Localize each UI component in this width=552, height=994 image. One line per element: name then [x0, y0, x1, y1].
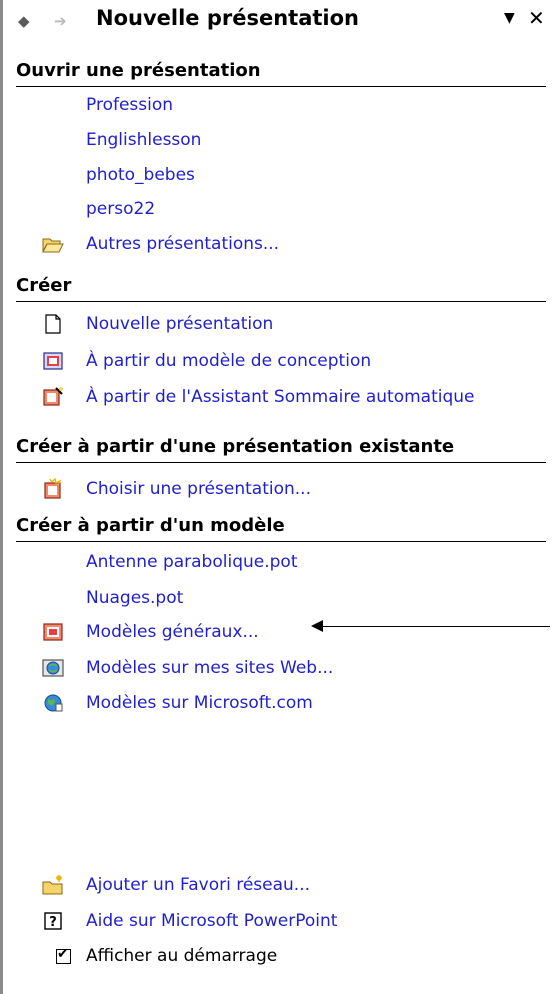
web-templates-link[interactable]: Modèles sur mes sites Web...: [86, 658, 333, 678]
svg-text:?: ?: [49, 915, 57, 930]
checkmark-icon: ✔: [57, 946, 69, 962]
recent-file-link[interactable]: Profession: [86, 95, 173, 115]
window-left-border: [0, 0, 3, 994]
more-presentations-link[interactable]: Autres présentations...: [86, 234, 279, 254]
design-template-link[interactable]: À partir du modèle de conception: [86, 351, 371, 371]
recent-file-link[interactable]: Englishlesson: [86, 130, 201, 150]
new-folder-icon: [42, 875, 63, 895]
autocontent-wizard-link[interactable]: À partir de l'Assistant Sommaire automat…: [86, 387, 475, 407]
blank-document-icon: [45, 314, 61, 334]
new-presentation-link[interactable]: Nouvelle présentation: [86, 314, 273, 334]
section-heading-open: Ouvrir une présentation: [16, 60, 546, 87]
recent-file-link[interactable]: photo_bebes: [86, 165, 195, 185]
help-icon: ?: [44, 912, 62, 930]
open-folder-icon: [42, 238, 64, 253]
forward-arrow-icon[interactable]: ➔: [54, 12, 67, 30]
add-network-place-link[interactable]: Ajouter un Favori réseau...: [86, 875, 310, 895]
choose-presentation-link[interactable]: Choisir une présentation...: [86, 479, 311, 499]
chevron-down-icon[interactable]: ▼: [504, 10, 515, 26]
help-link[interactable]: Aide sur Microsoft PowerPoint: [86, 911, 337, 931]
recent-template-link[interactable]: Antenne parabolique.pot: [86, 552, 297, 572]
general-templates-link[interactable]: Modèles généraux...: [86, 622, 259, 642]
back-arrow-icon[interactable]: ◆: [18, 12, 30, 30]
show-at-startup-checkbox[interactable]: ✔: [56, 946, 71, 964]
task-pane-title[interactable]: Nouvelle présentation: [96, 6, 359, 30]
web-sites-icon: [42, 659, 64, 677]
annotation-arrow-head: [311, 620, 323, 632]
task-pane: ◆ ➔ Nouvelle présentation ▼ ✕ Ouvrir une…: [16, 0, 546, 994]
microsoft-templates-link[interactable]: Modèles sur Microsoft.com: [86, 693, 313, 713]
recent-template-link[interactable]: Nuages.pot: [86, 588, 183, 608]
existing-presentation-icon: [44, 478, 62, 499]
globe-icon: [44, 694, 63, 712]
close-icon[interactable]: ✕: [528, 6, 545, 30]
design-template-icon: [43, 352, 63, 370]
annotation-arrow-line: [318, 626, 550, 627]
section-heading-template: Créer à partir d'un modèle: [16, 515, 546, 542]
recent-file-link[interactable]: perso22: [86, 199, 155, 219]
show-at-startup-label[interactable]: Afficher au démarrage: [86, 946, 277, 966]
wizard-icon: [43, 387, 63, 406]
section-heading-create: Créer: [16, 275, 546, 302]
task-pane-header: ◆ ➔ Nouvelle présentation ▼ ✕: [16, 0, 545, 40]
general-templates-icon: [43, 623, 63, 641]
section-heading-existing: Créer à partir d'une présentation exista…: [16, 436, 546, 463]
